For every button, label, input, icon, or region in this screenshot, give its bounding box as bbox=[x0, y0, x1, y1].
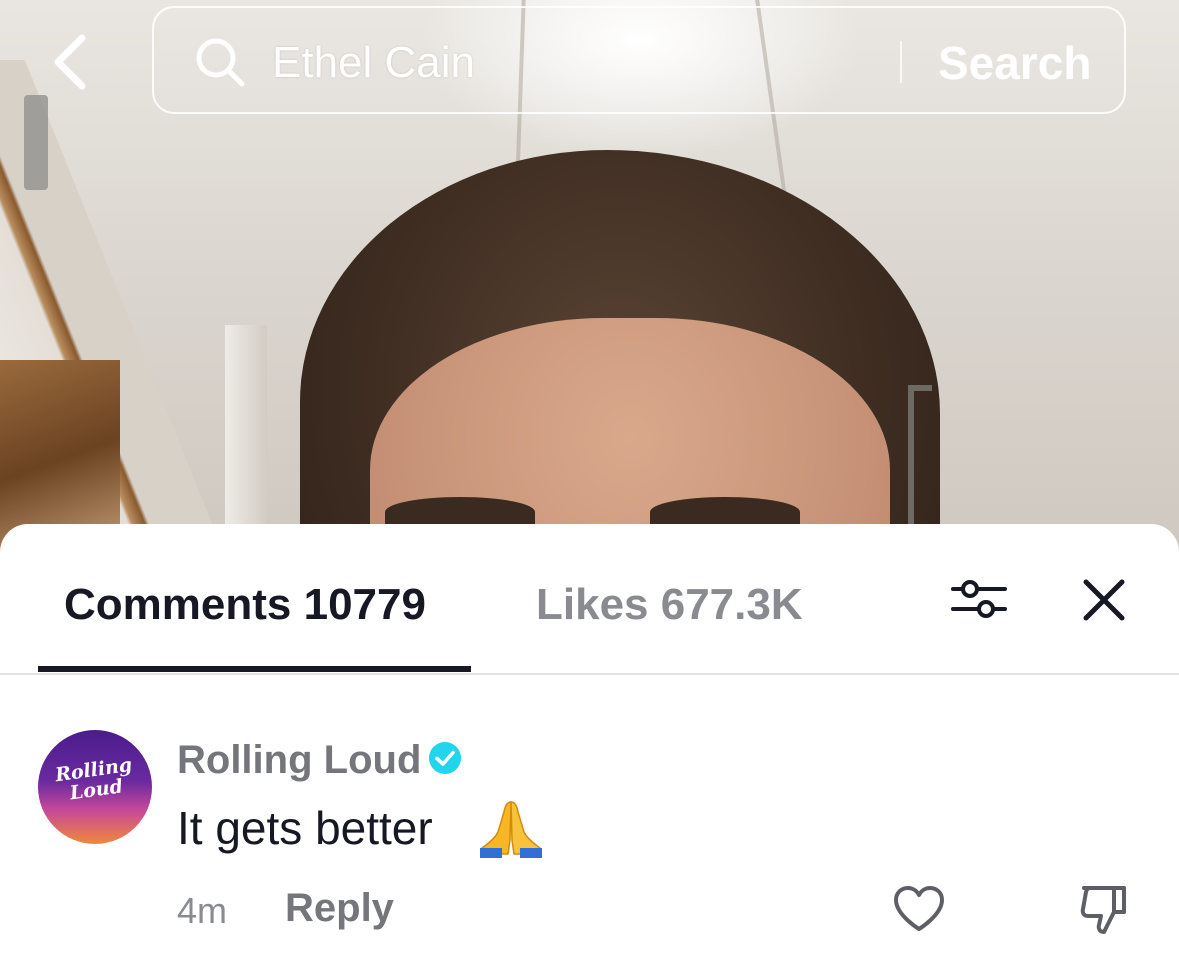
sliders-icon bbox=[951, 580, 1007, 618]
like-button[interactable] bbox=[892, 884, 946, 934]
reply-button[interactable]: Reply bbox=[285, 886, 394, 931]
door-hinge bbox=[24, 95, 48, 190]
comment-text: It gets better bbox=[177, 802, 433, 854]
tab-comments[interactable]: Comments 10779 bbox=[64, 580, 426, 630]
search-input[interactable]: Ethel Cain bbox=[272, 38, 475, 88]
avatar-logo: Rolling Loud bbox=[53, 753, 134, 805]
search-icon bbox=[196, 38, 245, 87]
tab-likes[interactable]: Likes 677.3K bbox=[536, 580, 803, 630]
search-divider bbox=[900, 41, 902, 83]
person-brow bbox=[650, 497, 800, 527]
back-button[interactable] bbox=[44, 30, 96, 94]
search-bar[interactable]: Ethel Cain Search bbox=[152, 6, 1126, 114]
thumbs-down-icon bbox=[1080, 886, 1126, 934]
tab-divider bbox=[0, 673, 1179, 675]
folded-hands-icon bbox=[480, 801, 542, 858]
chevron-left-icon bbox=[54, 34, 86, 90]
verified-badge-icon bbox=[429, 742, 461, 774]
comment-timestamp: 4m bbox=[177, 890, 228, 931]
active-tab-indicator bbox=[38, 666, 471, 672]
close-button[interactable] bbox=[1080, 576, 1128, 624]
comments-panel: Comments 10779 Likes 677.3K Rolling Loud … bbox=[0, 524, 1179, 977]
comment-author[interactable]: Rolling Loud bbox=[177, 738, 421, 783]
person-brow bbox=[385, 497, 535, 527]
search-button[interactable]: Search bbox=[938, 36, 1091, 90]
glasses bbox=[908, 385, 932, 541]
filter-button[interactable] bbox=[950, 574, 1008, 624]
avatar[interactable]: Rolling Loud bbox=[38, 730, 152, 844]
dislike-button[interactable] bbox=[1078, 882, 1130, 936]
heart-icon bbox=[894, 886, 944, 931]
close-icon bbox=[1083, 579, 1125, 621]
